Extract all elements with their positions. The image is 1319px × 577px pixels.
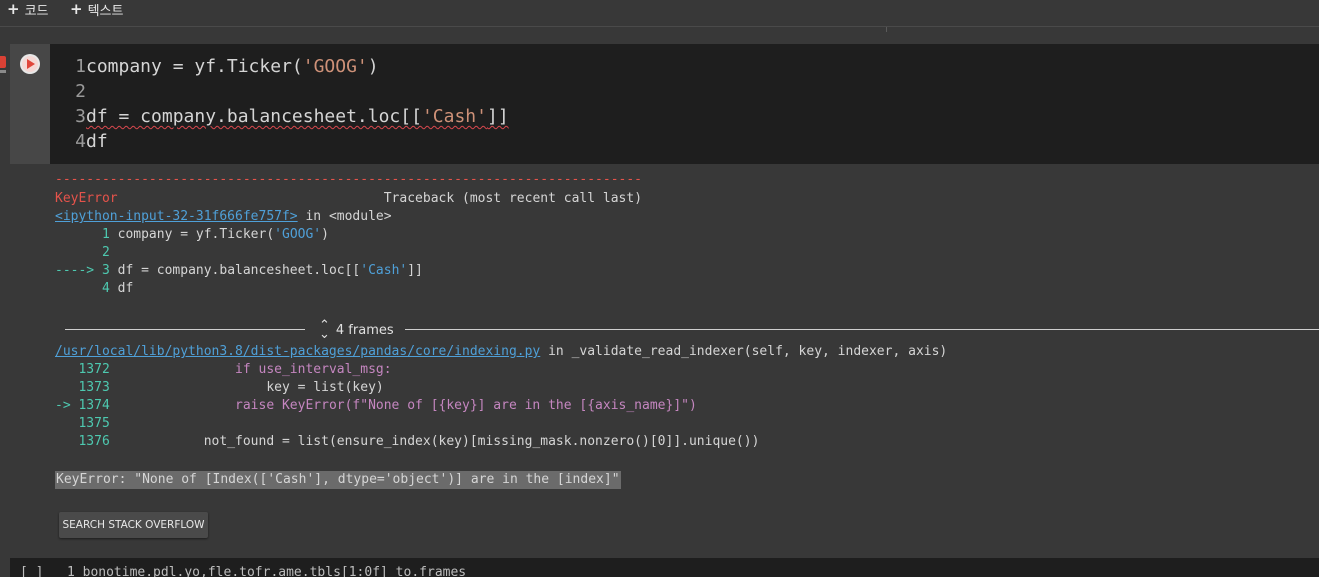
traceback-code: raise KeyError(f"None of [{key}] are in … xyxy=(109,398,697,413)
code-line: 4df xyxy=(50,129,1319,154)
traceback-code: key = list(key) xyxy=(109,380,384,395)
file-path-link[interactable]: /usr/local/lib/python3.8/dist-packages/p… xyxy=(55,344,540,359)
traceback-line-number: 1373 xyxy=(78,380,110,395)
code-editor[interactable]: 1company = yf.Ticker('GOOG') 2 3df = com… xyxy=(50,44,1319,164)
in-module-text: in <module> xyxy=(297,209,392,224)
toolbar: + 코드 + 텍스트 xyxy=(0,0,1319,27)
traceback-code: if use_interval_msg: xyxy=(109,362,392,377)
plus-icon: + xyxy=(7,0,20,18)
traceback-line-number: 2 xyxy=(101,245,110,260)
cell-gutter xyxy=(0,44,50,164)
traceback-line-number: 4 xyxy=(101,281,110,296)
traceback-code-line: 1373 key = list(key) xyxy=(55,379,384,397)
traceback-code-line-current: ----> 3 df = company.balancesheet.loc[['… xyxy=(55,262,423,280)
traceback-line-number: 1374 xyxy=(78,398,110,413)
frames-label: 4 frames xyxy=(335,322,394,338)
arrow-prefix xyxy=(55,380,78,395)
traceback-code-line: 1372 if use_interval_msg: xyxy=(55,361,392,379)
string-literal: 'GOOG' xyxy=(274,227,322,242)
traceback-line-number: 1376 xyxy=(78,434,110,449)
line-number: 2 xyxy=(75,81,86,102)
code-line: 3df = company.balancesheet.loc[['Cash']] xyxy=(50,104,1319,129)
traceback-code-line: 1376 not_found = list(ensure_index(key)[… xyxy=(55,433,759,451)
search-stack-overflow-button[interactable]: SEARCH STACK OVERFLOW xyxy=(59,512,208,538)
traceback-header: Traceback (most recent call last) xyxy=(383,191,643,206)
traceback-code: df xyxy=(117,281,134,296)
add-code-button[interactable]: + 코드 xyxy=(7,0,49,19)
add-code-label: 코드 xyxy=(24,3,49,19)
next-cell-preview: [ ] 1 bonotime.pdl.yo,fle.tofr.ame.tbls[… xyxy=(20,565,467,577)
next-code-cell[interactable]: [ ] 1 bonotime.pdl.yo,fle.tofr.ame.tbls[… xyxy=(10,558,1319,577)
code-text-with-warning: df = company.balancesheet.loc[['Cash']] xyxy=(86,104,509,129)
divider xyxy=(65,329,305,330)
line-number: 3 xyxy=(75,106,86,127)
arrow-prefix: ----> xyxy=(55,263,102,278)
function-signature: in _validate_read_indexer(self, key, ind… xyxy=(540,344,948,359)
code-text: df xyxy=(86,129,108,154)
traceback-header-line: KeyError Traceback (most recent call las… xyxy=(55,190,642,208)
code-line: 1company = yf.Ticker('GOOG') xyxy=(50,54,1319,79)
ipython-input-link[interactable]: <ipython-input-32-31f666fe757f> xyxy=(55,209,298,224)
error-message: KeyError: "None of [Index(['Cash'], dtyp… xyxy=(55,471,621,489)
play-icon xyxy=(27,59,35,69)
add-text-label: 텍스트 xyxy=(87,3,124,19)
traceback-line-number: 1372 xyxy=(78,362,110,377)
code-text: company = yf.Ticker('GOOG') xyxy=(86,54,379,79)
add-text-button[interactable]: + 텍스트 xyxy=(70,0,124,19)
string-literal: 'GOOG' xyxy=(302,56,368,77)
traceback-code: ) xyxy=(321,227,329,242)
run-cell-button[interactable] xyxy=(20,54,40,74)
plus-icon: + xyxy=(70,0,83,18)
arrow-prefix xyxy=(55,416,78,431)
code-segment: df = company.balancesheet.loc[[ xyxy=(86,106,422,127)
traceback-line-number: 1 xyxy=(101,227,110,242)
traceback-code: ]] xyxy=(407,263,423,278)
traceback-code: df = company.balancesheet.loc[[ xyxy=(117,263,361,278)
code-cell[interactable]: 1company = yf.Ticker('GOOG') 2 3df = com… xyxy=(0,44,1319,548)
code-segment: ) xyxy=(367,56,379,77)
expand-frames-button[interactable]: ⌃ ⌄ 4 frames xyxy=(319,318,394,342)
arrow-prefix xyxy=(55,434,78,449)
error-type: KeyError xyxy=(55,191,118,206)
traceback-separator: ----------------------------------------… xyxy=(55,172,642,187)
traceback-line-number: 1375 xyxy=(78,416,110,431)
string-literal: 'Cash' xyxy=(421,106,487,127)
frames-collapse-row: ⌃ ⌄ 4 frames xyxy=(65,318,1319,342)
traceback-code-line: 4 df xyxy=(55,280,133,298)
code-segment: company = yf.Ticker( xyxy=(86,56,303,77)
traceback-code: company = yf.Ticker( xyxy=(117,227,275,242)
code-segment: ]] xyxy=(486,106,509,127)
traceback-code-line: 2 xyxy=(55,244,110,262)
code-line: 2 xyxy=(50,79,1319,104)
traceback-code-line: 1 company = yf.Ticker('GOOG') xyxy=(55,226,329,244)
line-number: 1 xyxy=(75,56,86,77)
arrow-prefix xyxy=(55,362,78,377)
arrow-prefix: -> xyxy=(55,398,79,413)
toolbar-divider xyxy=(886,27,887,32)
error-indicator xyxy=(0,56,6,73)
traceback-code-line: 1375 xyxy=(55,415,110,433)
arrow-prefix xyxy=(55,245,102,260)
divider xyxy=(405,329,1319,330)
expand-collapse-icon: ⌃ ⌄ xyxy=(319,318,330,342)
string-literal: 'Cash' xyxy=(360,263,408,278)
code-segment: df xyxy=(86,131,108,152)
traceback-code-line-current: -> 1374 raise KeyError(f"None of [{key}]… xyxy=(55,397,697,415)
traceback-code: not_found = list(ensure_index(key)[missi… xyxy=(109,434,760,449)
line-number: 4 xyxy=(75,131,86,152)
traceback-line-number: 3 xyxy=(101,263,110,278)
arrow-prefix xyxy=(55,227,102,242)
traceback-source-line: /usr/local/lib/python3.8/dist-packages/p… xyxy=(55,343,947,361)
cell-output: ----------------------------------------… xyxy=(50,164,1319,548)
arrow-prefix xyxy=(55,281,102,296)
traceback-source-line: <ipython-input-32-31f666fe757f> in <modu… xyxy=(55,208,392,226)
